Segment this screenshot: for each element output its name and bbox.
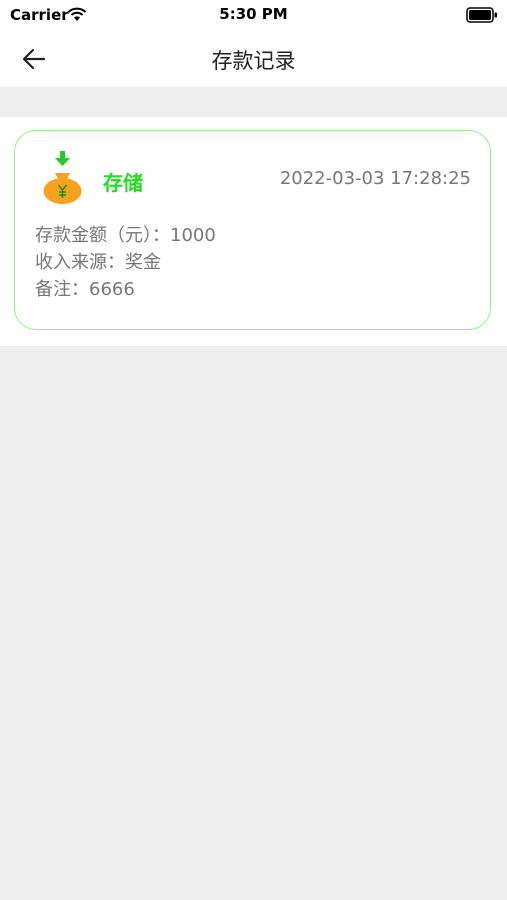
status-bar: Carrier 5:30 PM — [0, 0, 507, 30]
record-type-label: 存储 — [103, 171, 143, 195]
status-time: 5:30 PM — [219, 5, 288, 23]
deposit-amount-text: 存款金额（元）：1000 — [35, 225, 216, 246]
battery-icon — [466, 7, 497, 23]
page-title: 存款记录 — [211, 49, 296, 73]
deposit-record-card[interactable]: 存储 2022-03-03 17:28:25 存款金额（元）：1000 收入来源… — [14, 130, 491, 330]
navigation-bar: 存款记录 — [0, 30, 507, 87]
money-bag-deposit-icon — [43, 151, 82, 204]
income-source-text: 收入来源：奖金 — [35, 252, 161, 273]
record-datetime: 2022-03-03 17:28:25 — [279, 168, 471, 189]
remark-text: 备注：6666 — [35, 279, 135, 300]
